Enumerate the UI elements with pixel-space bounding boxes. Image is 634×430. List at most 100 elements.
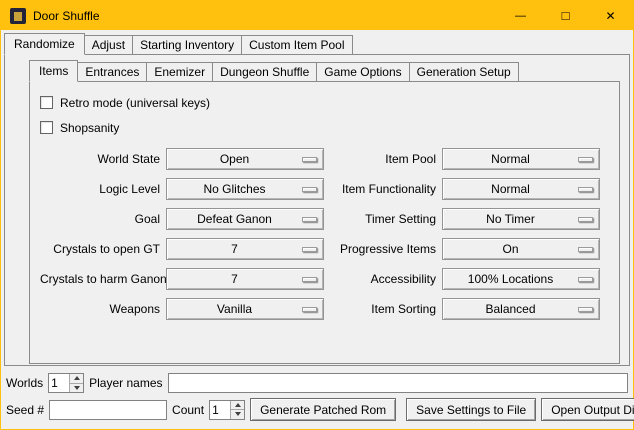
item-functionality-dropdown[interactable]: Normal bbox=[442, 178, 600, 200]
player-names-input[interactable] bbox=[168, 373, 629, 393]
dropdown-indicator-icon bbox=[578, 247, 593, 252]
progressive-items-dropdown[interactable]: On bbox=[442, 238, 600, 260]
tab-dungeon-shuffle[interactable]: Dungeon Shuffle bbox=[212, 62, 317, 81]
world-state-label: World State bbox=[40, 152, 160, 166]
tab-starting-inventory[interactable]: Starting Inventory bbox=[132, 35, 242, 54]
worlds-spin-up-button[interactable] bbox=[70, 374, 83, 383]
worlds-row: Worlds Player names bbox=[6, 373, 628, 393]
crystals-harm-ganon-dropdown[interactable]: 7 bbox=[166, 268, 324, 290]
bottom-bar: Worlds Player names Seed # Count bbox=[4, 373, 630, 421]
spin-down-icon bbox=[235, 412, 241, 416]
save-settings-button[interactable]: Save Settings to File bbox=[406, 398, 536, 421]
worlds-label: Worlds bbox=[6, 376, 43, 390]
item-pool-dropdown[interactable]: Normal bbox=[442, 148, 600, 170]
dropdown-indicator-icon bbox=[302, 277, 317, 282]
close-button[interactable]: ✕ bbox=[588, 1, 633, 30]
tab-adjust[interactable]: Adjust bbox=[84, 35, 133, 54]
timer-setting-dropdown[interactable]: No Timer bbox=[442, 208, 600, 230]
dropdown-value: Vanilla bbox=[167, 302, 302, 316]
dropdown-value: 7 bbox=[167, 272, 302, 286]
minimize-icon: — bbox=[515, 11, 526, 22]
open-output-button[interactable]: Open Output Directory bbox=[541, 398, 634, 421]
item-sorting-label: Item Sorting bbox=[330, 302, 436, 316]
dropdown-value: 7 bbox=[167, 242, 302, 256]
item-functionality-label: Item Functionality bbox=[330, 182, 436, 196]
generate-button[interactable]: Generate Patched Rom bbox=[250, 398, 396, 421]
worlds-input[interactable] bbox=[49, 374, 69, 392]
weapons-dropdown[interactable]: Vanilla bbox=[166, 298, 324, 320]
randomize-panel: Items Entrances Enemizer Dungeon Shuffle… bbox=[4, 54, 630, 366]
world-state-dropdown[interactable]: Open bbox=[166, 148, 324, 170]
seed-input[interactable] bbox=[49, 400, 167, 420]
crystals-open-gt-label: Crystals to open GT bbox=[40, 242, 160, 256]
logic-level-dropdown[interactable]: No Glitches bbox=[166, 178, 324, 200]
tab-generation-setup[interactable]: Generation Setup bbox=[409, 62, 519, 81]
item-pool-label: Item Pool bbox=[330, 152, 436, 166]
dropdown-value: 100% Locations bbox=[443, 272, 578, 286]
dropdown-indicator-icon bbox=[578, 187, 593, 192]
tab-randomize[interactable]: Randomize bbox=[4, 33, 85, 55]
retro-mode-label: Retro mode (universal keys) bbox=[60, 96, 210, 110]
count-spinner[interactable] bbox=[209, 400, 245, 420]
window-title: Door Shuffle bbox=[33, 9, 100, 23]
spinner-buttons bbox=[69, 374, 83, 392]
dropdown-indicator-icon bbox=[302, 157, 317, 162]
secondary-tab-bar: Items Entrances Enemizer Dungeon Shuffle… bbox=[29, 60, 620, 81]
minimize-button[interactable]: — bbox=[498, 1, 543, 30]
accessibility-label: Accessibility bbox=[330, 272, 436, 286]
count-label: Count bbox=[172, 403, 204, 417]
dropdown-value: No Glitches bbox=[167, 182, 302, 196]
dropdown-indicator-icon bbox=[578, 157, 593, 162]
checkbox-icon[interactable] bbox=[40, 96, 53, 109]
count-spin-down-button[interactable] bbox=[231, 409, 244, 419]
dropdown-value: Balanced bbox=[443, 302, 578, 316]
client-area: Randomize Adjust Starting Inventory Cust… bbox=[1, 30, 633, 429]
count-spin-up-button[interactable] bbox=[231, 401, 244, 410]
spin-up-icon bbox=[235, 403, 241, 407]
goal-dropdown[interactable]: Defeat Ganon bbox=[166, 208, 324, 230]
logic-level-label: Logic Level bbox=[40, 182, 160, 196]
seed-row: Seed # Count Generate Patched Rom Save S… bbox=[6, 398, 628, 421]
tab-enemizer[interactable]: Enemizer bbox=[146, 62, 213, 81]
dropdown-indicator-icon bbox=[302, 217, 317, 222]
tab-items[interactable]: Items bbox=[29, 60, 78, 82]
tab-custom-item-pool[interactable]: Custom Item Pool bbox=[241, 35, 352, 54]
dropdown-indicator-icon bbox=[302, 187, 317, 192]
spin-down-icon bbox=[74, 386, 80, 390]
player-names-label: Player names bbox=[89, 376, 162, 390]
progressive-items-label: Progressive Items bbox=[330, 242, 436, 256]
window-controls: — □ ✕ bbox=[498, 1, 633, 30]
worlds-spin-down-button[interactable] bbox=[70, 383, 83, 393]
crystals-open-gt-dropdown[interactable]: 7 bbox=[166, 238, 324, 260]
timer-setting-label: Timer Setting bbox=[330, 212, 436, 226]
goal-label: Goal bbox=[40, 212, 160, 226]
dropdown-value: On bbox=[443, 242, 578, 256]
dropdown-indicator-icon bbox=[578, 307, 593, 312]
settings-grid: World State Open Item Pool Normal Logic … bbox=[40, 148, 609, 320]
dropdown-value: Normal bbox=[443, 152, 578, 166]
item-sorting-dropdown[interactable]: Balanced bbox=[442, 298, 600, 320]
accessibility-dropdown[interactable]: 100% Locations bbox=[442, 268, 600, 290]
close-icon: ✕ bbox=[605, 10, 615, 22]
weapons-label: Weapons bbox=[40, 302, 160, 316]
tab-entrances[interactable]: Entrances bbox=[77, 62, 147, 81]
shopsanity-checkbox[interactable]: Shopsanity bbox=[40, 117, 609, 138]
crystals-harm-ganon-label: Crystals to harm Ganon bbox=[40, 272, 160, 286]
shopsanity-label: Shopsanity bbox=[60, 121, 119, 135]
items-panel: Retro mode (universal keys) Shopsanity W… bbox=[29, 81, 620, 364]
dropdown-value: Open bbox=[167, 152, 302, 166]
titlebar: Door Shuffle — □ ✕ bbox=[1, 1, 633, 30]
maximize-icon: □ bbox=[562, 9, 570, 22]
count-input[interactable] bbox=[210, 401, 230, 419]
dropdown-value: No Timer bbox=[443, 212, 578, 226]
dropdown-value: Defeat Ganon bbox=[167, 212, 302, 226]
spinner-buttons bbox=[230, 401, 244, 419]
maximize-button[interactable]: □ bbox=[543, 1, 588, 30]
worlds-spinner[interactable] bbox=[48, 373, 84, 393]
tab-game-options[interactable]: Game Options bbox=[316, 62, 409, 81]
dropdown-indicator-icon bbox=[578, 217, 593, 222]
dropdown-indicator-icon bbox=[302, 247, 317, 252]
retro-mode-checkbox[interactable]: Retro mode (universal keys) bbox=[40, 92, 609, 113]
checkbox-icon[interactable] bbox=[40, 121, 53, 134]
app-icon bbox=[10, 8, 26, 24]
